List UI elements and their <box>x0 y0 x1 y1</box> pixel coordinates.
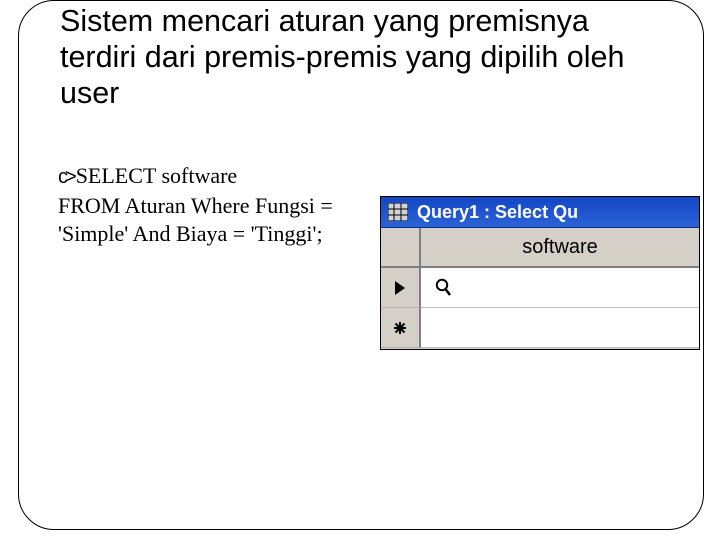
row-selector-header[interactable] <box>381 228 421 268</box>
new-row-icon <box>392 320 408 336</box>
query-grid-icon <box>387 202 409 222</box>
row-selector[interactable] <box>381 308 421 348</box>
window-title-text: Query1 : Select Qu <box>417 202 578 223</box>
bullet-first-line: SELECT software <box>76 162 238 190</box>
bullet-item: c> SELECT software <box>58 162 378 190</box>
row-selector[interactable] <box>381 268 421 308</box>
cell[interactable] <box>421 308 699 348</box>
bullet-rest-lines: FROM Aturan Where Fungsi = 'Simple' And … <box>58 192 378 247</box>
window-titlebar[interactable]: Query1 : Select Qu <box>381 197 699 228</box>
slide-title: Sistem mencari aturan yang premisnya ter… <box>60 4 660 112</box>
bullet-glyph-icon: c> <box>58 165 74 190</box>
column-header[interactable]: software <box>421 228 699 268</box>
slide: Sistem mencari aturan yang premisnya ter… <box>0 0 720 540</box>
query-window: Query1 : Select Qu software <box>380 196 700 350</box>
slide-body: c> SELECT software FROM Aturan Where Fun… <box>58 162 378 247</box>
magnifier-icon <box>435 278 453 298</box>
datasheet-grid: software <box>381 228 699 348</box>
current-row-icon <box>394 280 406 296</box>
cell[interactable] <box>421 268 699 308</box>
